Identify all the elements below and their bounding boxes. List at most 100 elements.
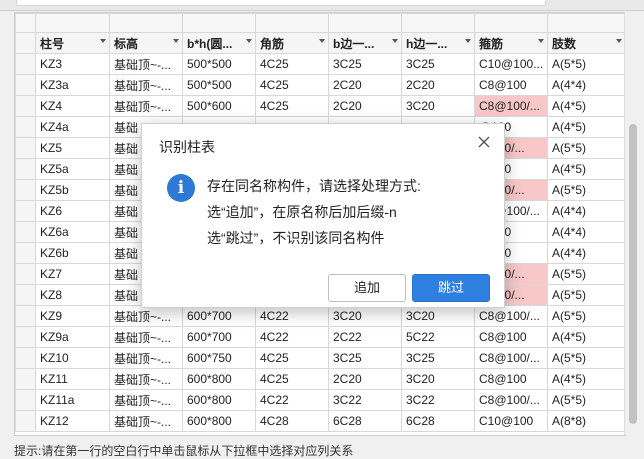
table-cell[interactable]: KZ11 (35, 368, 110, 390)
table-cell[interactable]: A(4*5) (547, 368, 625, 390)
table-cell[interactable]: KZ9a (35, 326, 110, 348)
table-cell[interactable]: 4C25 (255, 347, 329, 369)
table-cell[interactable]: KZ4a (35, 116, 110, 138)
chevron-down-icon[interactable] (246, 39, 252, 43)
table-cell[interactable]: 3C20 (401, 305, 475, 327)
table-cell[interactable]: KZ8 (35, 284, 110, 306)
table-cell[interactable]: C10@100... (474, 53, 548, 75)
table-cell[interactable]: A(5*5) (547, 179, 625, 201)
chevron-down-icon[interactable] (616, 39, 622, 43)
table-cell[interactable]: 2C22 (328, 326, 402, 348)
table-cell[interactable]: 基础顶~-... (109, 95, 183, 117)
table-cell[interactable]: C8@100/... (474, 95, 548, 117)
table-cell[interactable]: C10@100 (474, 410, 548, 432)
table-row[interactable]: KZ11 基础顶~-... 600*800 4C25 2C20 3C20 C8@100 A(4… (15, 368, 625, 390)
table-cell[interactable]: A(4*4) (547, 221, 625, 243)
table-cell[interactable]: A(4*5) (547, 95, 625, 117)
table-row[interactable]: KZ4 基础顶~-... 500*600 4C25 2C20 3C20 C8@100/...… (15, 95, 625, 117)
table-cell[interactable]: A(5*5) (547, 305, 625, 327)
column-header[interactable]: h边一... (401, 32, 475, 54)
table-cell[interactable]: 500*500 (182, 53, 256, 75)
table-cell[interactable]: KZ10 (35, 347, 110, 369)
table-cell[interactable]: KZ6 (35, 200, 110, 222)
table-cell[interactable]: A(5*5) (547, 53, 625, 75)
table-cell[interactable]: KZ6a (35, 221, 110, 243)
table-cell[interactable]: A(4*5) (547, 326, 625, 348)
table-cell[interactable]: KZ7 (35, 263, 110, 285)
table-cell[interactable]: KZ3a (35, 74, 110, 96)
table-cell[interactable]: 基础顶~-... (109, 305, 183, 327)
table-cell[interactable]: KZ5b (35, 179, 110, 201)
table-cell[interactable]: 600*700 (182, 305, 256, 327)
table-cell[interactable]: 基础顶~-... (109, 326, 183, 348)
table-cell[interactable]: C8@100/... (474, 347, 548, 369)
table-cell[interactable]: 基础顶~-... (109, 389, 183, 411)
table-row[interactable]: KZ10 基础顶~-... 600*750 4C25 3C25 3C25 C8@100/..… (15, 347, 625, 369)
table-cell[interactable]: A(5*5) (547, 137, 625, 159)
table-row[interactable]: KZ9a 基础顶~-... 600*700 4C22 2C22 5C22 C8@100 A(4… (15, 326, 625, 348)
column-header[interactable]: 肢数 (547, 32, 625, 54)
table-cell[interactable]: 基础顶~-... (109, 347, 183, 369)
table-cell[interactable]: 3C22 (401, 389, 475, 411)
table-cell[interactable]: 2C20 (328, 368, 402, 390)
table-cell[interactable]: 3C25 (401, 53, 475, 75)
table-cell[interactable]: C8@100 (474, 74, 548, 96)
table-cell[interactable]: 600*800 (182, 410, 256, 432)
blank-mapping-row[interactable] (15, 13, 625, 33)
table-cell[interactable]: KZ5a (35, 158, 110, 180)
table-cell[interactable]: 基础顶~-... (109, 74, 183, 96)
table-cell[interactable]: 3C20 (328, 305, 402, 327)
table-cell[interactable]: 3C25 (328, 53, 402, 75)
blank-cell[interactable] (182, 13, 256, 33)
blank-cell[interactable] (328, 13, 402, 33)
table-row[interactable]: KZ3a 基础顶~-... 500*500 4C25 2C20 2C20 C8@100 A(4… (15, 74, 625, 96)
table-cell[interactable]: 基础顶~-... (109, 410, 183, 432)
column-header[interactable]: 标高 (109, 32, 183, 54)
chevron-down-icon[interactable] (319, 39, 325, 43)
table-cell[interactable]: A(4*4) (547, 200, 625, 222)
table-cell[interactable]: 2C20 (401, 74, 475, 96)
table-cell[interactable]: 3C22 (328, 389, 402, 411)
table-row[interactable]: KZ9 基础顶~-... 600*700 4C22 3C20 3C20 C8@100/...… (15, 305, 625, 327)
table-cell[interactable]: KZ6b (35, 242, 110, 264)
blank-cell[interactable] (109, 13, 183, 33)
table-row[interactable]: KZ3 基础顶~-... 500*500 4C25 3C25 3C25 C10@100...… (15, 53, 625, 75)
table-cell[interactable]: KZ4 (35, 95, 110, 117)
table-cell[interactable]: KZ11a (35, 389, 110, 411)
table-cell[interactable]: 4C25 (255, 368, 329, 390)
table-cell[interactable]: 600*700 (182, 326, 256, 348)
column-header[interactable]: b*h(圆... (182, 32, 256, 54)
blank-cell[interactable] (474, 13, 548, 33)
close-icon[interactable] (476, 134, 492, 150)
table-cell[interactable]: 2C20 (328, 74, 402, 96)
table-cell[interactable]: 4C22 (255, 305, 329, 327)
table-cell[interactable]: 3C25 (401, 347, 475, 369)
table-cell[interactable]: 4C28 (255, 410, 329, 432)
column-header[interactable]: 角筋 (255, 32, 329, 54)
table-cell[interactable]: A(4*5) (547, 158, 625, 180)
table-cell[interactable]: 4C22 (255, 389, 329, 411)
table-cell[interactable]: 基础顶~-... (109, 53, 183, 75)
table-cell[interactable]: 基础顶~-... (109, 368, 183, 390)
table-cell[interactable]: C8@100 (474, 326, 548, 348)
table-cell[interactable]: C8@100/... (474, 305, 548, 327)
column-header[interactable]: 柱号 (35, 32, 110, 54)
table-cell[interactable]: A(8*8) (547, 410, 625, 432)
table-cell[interactable]: 2C20 (328, 95, 402, 117)
table-cell[interactable]: C8@100/... (474, 389, 548, 411)
blank-cell[interactable] (35, 13, 110, 33)
table-row[interactable]: KZ12 基础顶~-... 600*800 4C28 6C28 6C28 C10@100 A(… (15, 410, 625, 432)
chevron-down-icon[interactable] (538, 39, 544, 43)
table-cell[interactable]: 4C25 (255, 95, 329, 117)
table-cell[interactable]: 6C28 (401, 410, 475, 432)
add-button[interactable]: 追加 (328, 274, 406, 302)
blank-cell[interactable] (255, 13, 329, 33)
table-cell[interactable]: A(5*5) (547, 284, 625, 306)
table-cell[interactable]: A(4*4) (547, 242, 625, 264)
chevron-down-icon[interactable] (465, 39, 471, 43)
table-cell[interactable]: C8@100 (474, 368, 548, 390)
table-cell[interactable]: A(4*5) (547, 116, 625, 138)
table-cell[interactable]: 600*800 (182, 389, 256, 411)
table-cell[interactable]: 4C22 (255, 326, 329, 348)
column-header[interactable]: b边一... (328, 32, 402, 54)
